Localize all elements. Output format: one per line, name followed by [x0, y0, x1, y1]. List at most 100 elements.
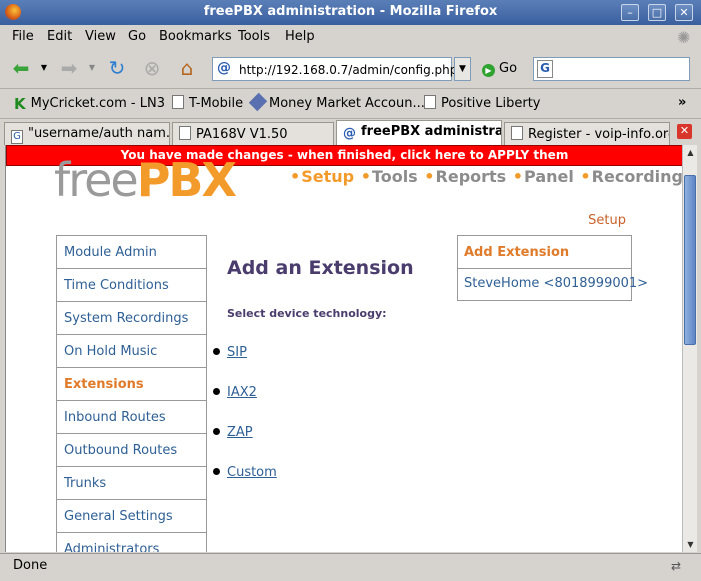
sidebar-item-trunks[interactable]: Trunks [57, 467, 206, 500]
sidebar-item-system-recordings[interactable]: System Recordings [57, 302, 206, 335]
device-technology-label: Select device technology: [227, 307, 387, 320]
scrollbar-thumb[interactable] [684, 175, 696, 345]
sidebar-item-outbound-routes[interactable]: Outbound Routes [57, 434, 206, 467]
tab-freepbx[interactable]: @ freePBX administra... [336, 120, 502, 145]
go-button[interactable]: ▶ Go [482, 61, 517, 77]
tab-register-voip[interactable]: Register - voip-info.org [504, 122, 670, 145]
sidebar-item-time-conditions[interactable]: Time Conditions [57, 269, 206, 302]
tech-link-zap[interactable]: ZAP [227, 425, 253, 440]
bullet-icon [213, 468, 220, 475]
menu-bar: File Edit View Go Bookmarks Tools Help [0, 25, 701, 49]
go-icon: ▶ [482, 64, 495, 77]
url-input[interactable]: @ http://192.168.0.7/admin/config.php [212, 57, 457, 81]
bookmarks-overflow-icon[interactable]: » [678, 95, 686, 110]
sidebar-item-inbound-routes[interactable]: Inbound Routes [57, 401, 206, 434]
close-tab-icon[interactable]: ✕ [677, 124, 692, 139]
breadcrumb: Setup [588, 213, 626, 228]
diamond-icon [248, 92, 268, 112]
tab-label: "username/auth nam... [28, 126, 170, 141]
topnav-reports[interactable]: Reports [436, 167, 507, 186]
tech-item-sip: SIP [213, 345, 247, 360]
forward-dropdown-icon[interactable]: ▼ [86, 55, 98, 81]
go-label: Go [499, 61, 518, 76]
url-text: http://192.168.0.7/admin/config.php [239, 63, 458, 77]
bookmark-mycricket[interactable]: K MyCricket.com - LN3 [14, 95, 165, 113]
tech-link-sip[interactable]: SIP [227, 345, 247, 360]
back-icon[interactable]: ⬅ [8, 55, 34, 81]
scroll-up-icon[interactable]: ▲ [683, 145, 698, 160]
bookmark-positive-liberty[interactable]: Positive Liberty [424, 95, 541, 111]
url-dropdown-icon[interactable]: ▼ [454, 57, 471, 81]
tech-item-custom: Custom [213, 465, 277, 480]
mycricket-icon: K [14, 95, 26, 113]
logo-free: free [54, 153, 139, 207]
bookmark-label: MyCricket.com - LN3 [30, 96, 165, 111]
google-search-icon[interactable]: G [537, 60, 553, 78]
close-window-button[interactable]: ✕ [675, 4, 693, 21]
tab-label: freePBX administra... [361, 124, 501, 139]
bullet-icon [213, 348, 220, 355]
tab-bar: G "username/auth nam... PA168V V1.50 @ fre… [0, 118, 701, 145]
bookmark-money-market[interactable]: Money Market Accoun... [248, 92, 425, 112]
sidebar-item-on-hold-music[interactable]: On Hold Music [57, 335, 206, 368]
connection-status-icon: ⇄ [671, 559, 682, 573]
window-title: freePBX administration - Mozilla Firefox [203, 4, 498, 19]
sidebar-item-extensions[interactable]: Extensions [57, 368, 206, 401]
topnav-panel[interactable]: Panel [524, 167, 574, 186]
bookmark-label: T-Mobile [189, 96, 244, 111]
search-input[interactable]: G [533, 57, 690, 81]
add-extension-link[interactable]: Add Extension [458, 236, 631, 269]
reload-icon[interactable]: ↻ [104, 55, 130, 81]
freepbx-logo: freePBX [54, 157, 237, 203]
menu-view[interactable]: View [85, 29, 116, 44]
menu-file[interactable]: File [12, 29, 34, 44]
topnav-recordings[interactable]: Recordings [592, 167, 682, 186]
vertical-scrollbar[interactable]: ▲ ▼ [682, 145, 697, 552]
bookmark-tmobile[interactable]: T-Mobile [172, 95, 243, 111]
menu-tools[interactable]: Tools [238, 29, 270, 44]
page-icon [424, 95, 436, 109]
main-content: Add an Extension Select device technolog… [207, 235, 457, 552]
sidebar-item-administrators[interactable]: Administrators [57, 533, 206, 552]
stop-icon[interactable]: ⊗ [139, 55, 165, 81]
home-icon[interactable]: ⌂ [174, 55, 200, 81]
minimize-button[interactable]: – [621, 4, 639, 21]
bookmark-label: Money Market Accoun... [269, 96, 425, 111]
page-title: Add an Extension [227, 257, 414, 279]
page-viewport: You have made changes - when finished, c… [5, 145, 682, 552]
tab-label: Register - voip-info.org [528, 127, 670, 142]
menu-bookmarks[interactable]: Bookmarks [159, 29, 232, 44]
menu-edit[interactable]: Edit [47, 29, 72, 44]
tech-link-iax2[interactable]: IAX2 [227, 385, 257, 400]
sidebar-item-module-admin[interactable]: Module Admin [57, 236, 206, 269]
scroll-down-icon[interactable]: ▼ [683, 537, 698, 552]
top-navigation: •Setup •Tools •Reports •Panel •Recording… [289, 167, 682, 186]
page-icon [179, 126, 191, 140]
topnav-tools[interactable]: Tools [372, 167, 418, 186]
page-icon [511, 126, 523, 140]
window-titlebar: freePBX administration - Mozilla Firefox… [0, 0, 701, 25]
topnav-setup[interactable]: Setup [301, 167, 354, 186]
maximize-button[interactable]: □ [648, 4, 666, 21]
tab-label: PA168V V1.50 [196, 127, 288, 142]
forward-icon[interactable]: ➡ [56, 55, 82, 81]
tech-link-custom[interactable]: Custom [227, 465, 277, 480]
page-icon [172, 95, 184, 109]
logo-pbx: PBX [136, 153, 237, 207]
site-icon: @ [217, 60, 231, 76]
menu-help[interactable]: Help [285, 29, 315, 44]
google-tab-icon: G [11, 130, 23, 144]
menu-go[interactable]: Go [128, 29, 146, 44]
tab-username-auth[interactable]: G "username/auth nam... [4, 122, 170, 145]
bookmarks-toolbar: K MyCricket.com - LN3 T-Mobile Money Mark… [0, 88, 701, 116]
extension-list-panel: Add Extension SteveHome <8018999001> [457, 235, 648, 301]
bookmark-label: Positive Liberty [441, 96, 541, 111]
tech-item-iax2: IAX2 [213, 385, 257, 400]
status-bar: Done ⇄ [0, 553, 701, 581]
sidebar-item-general-settings[interactable]: General Settings [57, 500, 206, 533]
bullet-icon [213, 428, 220, 435]
extension-item-stevehome[interactable]: SteveHome <8018999001> [458, 269, 648, 300]
throbber-icon: ✺ [677, 28, 691, 47]
tab-pa168v[interactable]: PA168V V1.50 [172, 122, 334, 145]
back-dropdown-icon[interactable]: ▼ [38, 55, 50, 81]
